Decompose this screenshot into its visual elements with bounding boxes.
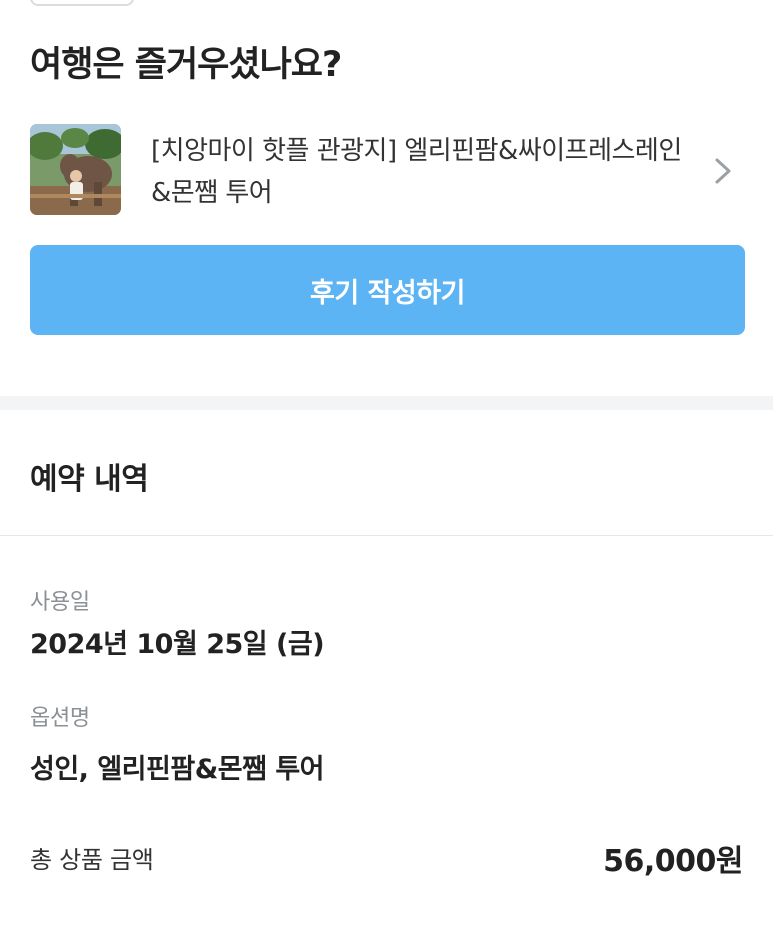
top-chip — [30, 0, 134, 6]
section-divider — [0, 396, 773, 410]
use-date-label: 사용일 — [30, 590, 90, 615]
total-amount-value: 56,000원 — [603, 844, 743, 879]
product-thumbnail — [30, 124, 121, 215]
divider — [0, 535, 773, 536]
chevron-right-icon[interactable] — [711, 156, 735, 186]
product-photo — [30, 124, 121, 215]
total-amount-label: 총 상품 금액 — [30, 846, 154, 874]
use-date-value: 2024년 10월 25일 (금) — [30, 629, 325, 660]
product-card[interactable]: [치앙마이 핫플 관광지] 엘리핀팜&싸이프레스레인&몬쨈 투어 — [30, 124, 745, 218]
page: 여행은 즐거우셨나요? [치앙마이 핫플 관광지] 엘리핀팜&싸이프레스레인&몬… — [0, 0, 773, 928]
product-title: [치앙마이 핫플 관광지] 엘리핀팜&싸이프레스레인&몬쨈 투어 — [151, 136, 682, 208]
reservation-section-title: 예약 내역 — [30, 462, 149, 497]
option-value: 성인, 엘리핀팜&몬쨈 투어 — [30, 754, 325, 785]
page-title: 여행은 즐거우셨나요? — [30, 45, 342, 85]
write-review-button[interactable]: 후기 작성하기 — [30, 245, 745, 335]
option-label: 옵션명 — [30, 706, 90, 731]
